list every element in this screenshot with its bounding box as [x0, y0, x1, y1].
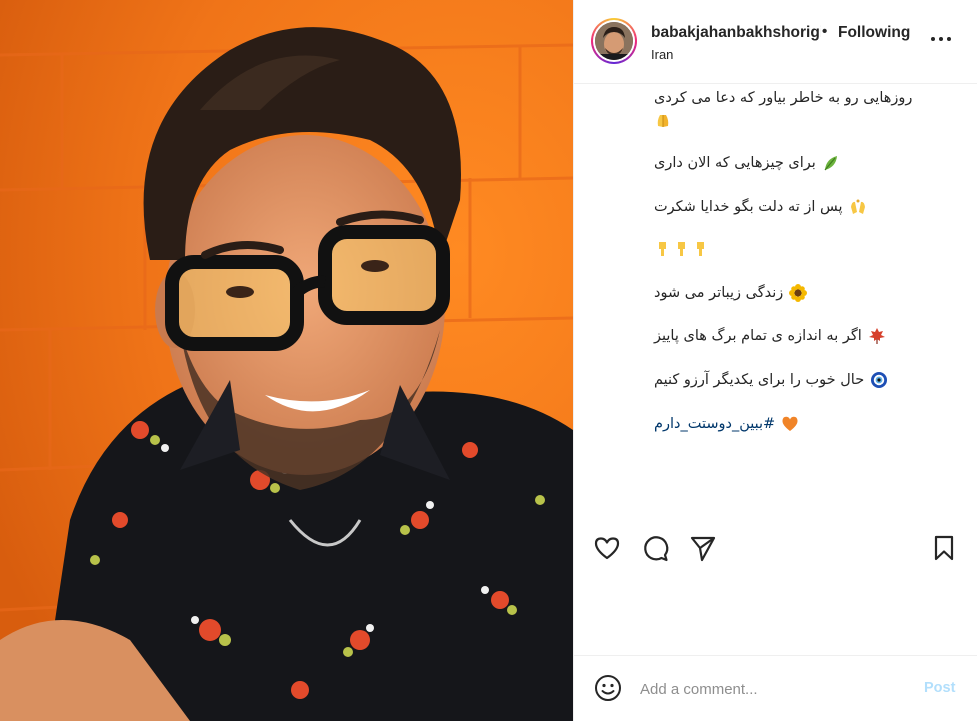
praying-hands-icon [654, 112, 672, 135]
bookmark-icon[interactable] [929, 533, 959, 563]
maple-leaf-icon [868, 328, 885, 344]
pointing-down-icon-x3 [654, 240, 710, 258]
smiley-icon[interactable] [594, 674, 622, 702]
sunflower-icon [789, 284, 808, 302]
post-comment-button[interactable]: Post [924, 680, 955, 696]
caption-line: اگر به اندازه ی تمام برگ های پاییز [654, 327, 886, 345]
post-photo[interactable] [0, 0, 573, 721]
heart-icon[interactable] [592, 533, 622, 563]
orange-heart-icon [782, 416, 798, 431]
send-icon[interactable] [688, 533, 718, 563]
caption-line: برای چیزهایی که الان داری [654, 154, 840, 172]
caption-line: زندگی زیباتر می شود [654, 284, 808, 302]
caption-line: پس از ته دلت بگو خدایا شکرت [654, 198, 867, 216]
more-horizontal-icon[interactable] [929, 27, 953, 51]
post-caption: روزهایی رو به خاطر بیاور که دعا می کردی … [574, 84, 977, 524]
raised-hands-icon [850, 199, 865, 214]
caption-line: #ببین_دوستت_دارم [654, 415, 799, 433]
herb-leaf-icon [824, 156, 837, 171]
post-side-panel: babakjahanbakhshoriginal • Following Ira… [573, 0, 977, 721]
hashtag-link[interactable]: #ببین_دوستت_دارم [654, 416, 775, 432]
comment-input[interactable] [640, 678, 900, 700]
comment-bar: Post [574, 655, 977, 721]
avatar [595, 22, 633, 60]
nazar-amulet-icon [871, 372, 888, 388]
location-link[interactable]: Iran [651, 47, 673, 62]
caption-line: حال خوب را برای یکدیگر آرزو کنیم [654, 371, 888, 389]
action-bar [574, 530, 977, 566]
caption-line: روزهایی رو به خاطر بیاور که دعا می کردی [654, 90, 913, 106]
story-ring[interactable] [591, 18, 637, 64]
separator-dot: • [822, 23, 828, 40]
photo-illustration [0, 0, 573, 721]
comment-icon[interactable] [640, 533, 670, 563]
post-header: babakjahanbakhshoriginal • Following Ira… [574, 0, 977, 84]
following-button[interactable]: Following [838, 24, 910, 42]
username-link[interactable]: babakjahanbakhshoriginal [651, 24, 821, 42]
